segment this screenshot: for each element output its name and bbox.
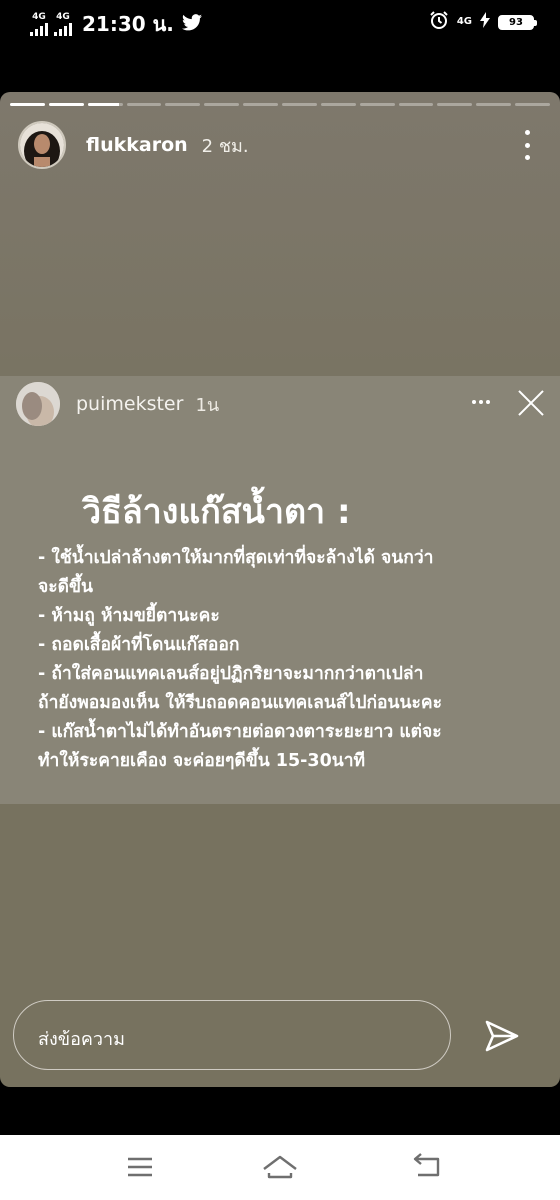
story-progress-segment [398,103,434,106]
story-username[interactable]: flukkaron [86,134,188,156]
story-progress-segment [126,103,162,106]
status-left: 4G 4G 21:30 น. [30,8,202,40]
post-line: - ถอดเสื้อผ้าที่โดนแก๊สออก [38,635,240,655]
status-right: 4G 93 [429,10,537,34]
post-line: - ถ้าใส่คอนแทคเลนส์อยู่ปฏิกริยาจะมากกว่า… [38,664,424,684]
battery-level: 93 [498,14,537,30]
post-line: - ห้ามถู ห้ามขยี้ตานะคะ [38,606,220,626]
post-line: ทำให้ระคายเคือง จะค่อยๆดีขึ้น 15-30นาที [38,751,366,771]
story-progress-segment [10,103,45,106]
story-time: 2 ชม. [201,135,249,157]
avatar[interactable] [18,121,66,169]
story-viewer[interactable]: flukkaron 2 ชม. puimekster 1น วิธีล้างแก… [0,92,560,1087]
more-vertical-icon[interactable] [517,130,537,160]
post-line: - ใช้น้ำเปล่าล้างตาให้มากที่สุดเท่าที่จะ… [38,548,434,568]
navigation-bar [0,1135,560,1200]
story-progress-fill [48,103,84,106]
embedded-username: puimekster [76,393,184,415]
story-progress-segment [359,103,395,106]
signal-icon [30,22,48,36]
signal-icon [54,22,72,36]
reply-placeholder: ส่งข้อความ [38,1029,126,1050]
story-progress-bar [10,103,551,107]
embedded-post-header: puimekster 1น [16,382,548,426]
back-icon[interactable] [406,1149,446,1185]
alarm-icon [429,10,449,34]
send-icon[interactable] [484,1018,520,1054]
story-progress-segment [204,103,240,106]
story-progress-fill [10,103,45,106]
post-line: จะดีขึ้น [38,577,93,597]
story-progress-segment [515,103,551,106]
post-heading: วิธีล้างแก๊สน้ำตา : [82,492,351,532]
reply-input[interactable]: ส่งข้อความ [13,1000,451,1070]
embedded-post-screenshot: puimekster 1น วิธีล้างแก๊สน้ำตา : - ใช้น… [0,376,560,804]
post-body: - ใช้น้ำเปล่าล้างตาให้มากที่สุดเท่าที่จะ… [38,544,548,776]
story-header: flukkaron 2 ชม. [18,120,543,170]
more-horizontal-icon [472,400,490,404]
status-bar: 4G 4G 21:30 น. 4G 93 [0,0,560,44]
story-progress-segment [87,103,123,106]
network-label-3: 4G [456,16,472,27]
network-label-1: 4G [32,11,46,22]
network-label-2: 4G [56,11,70,22]
close-icon [516,388,546,418]
story-progress-segment [243,103,279,106]
story-progress-segment [437,103,473,106]
story-progress-segment [48,103,84,106]
twitter-bird-icon [181,13,202,35]
charging-bolt-icon [480,12,490,32]
embedded-time: 1น [195,394,220,416]
story-progress-fill [87,103,120,106]
post-line: ถ้ายังพอมองเห็น ให้รีบถอดคอนแทคเลนส์ไปก่… [38,693,442,713]
story-progress-segment [165,103,201,106]
story-progress-segment [320,103,356,106]
story-progress-segment [282,103,317,106]
post-line: - แก๊สน้ำตาไม่ได้ทำอันตรายต่อดวงตาระยะยา… [38,722,442,742]
menu-icon[interactable] [120,1149,160,1185]
clock: 21:30 น. [82,12,174,36]
network-indicator-2: 4G [54,11,72,36]
home-icon[interactable] [260,1149,300,1185]
network-indicator-1: 4G [30,11,48,36]
avatar [16,382,60,426]
story-progress-segment [476,103,512,106]
